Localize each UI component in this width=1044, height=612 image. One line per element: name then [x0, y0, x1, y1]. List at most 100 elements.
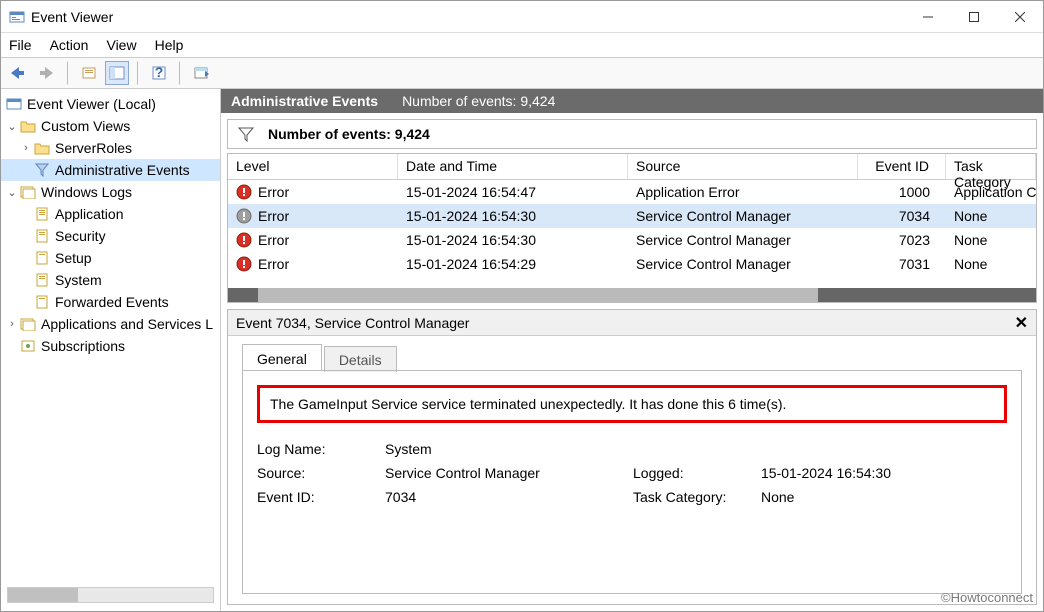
label-logname: Log Name:: [257, 441, 377, 457]
maximize-button[interactable]: [951, 1, 997, 33]
tree-admin-events[interactable]: Administrative Events: [1, 159, 220, 181]
menubar: File Action View Help: [1, 33, 1043, 57]
event-list: Level Date and Time Source Event ID Task…: [227, 153, 1037, 303]
chevron-down-icon[interactable]: ⌄: [5, 120, 19, 133]
value-logname: System: [385, 441, 625, 457]
back-button[interactable]: [7, 61, 31, 85]
chevron-down-icon[interactable]: ⌄: [5, 186, 19, 199]
error-icon: [236, 208, 252, 224]
tree-setup[interactable]: Setup: [1, 247, 220, 269]
event-row[interactable]: Error 15-01-2024 16:54:47 Application Er…: [228, 180, 1036, 204]
list-hscroll-thumb[interactable]: [258, 288, 818, 302]
tree-system[interactable]: System: [1, 269, 220, 291]
tree-setup-label: Setup: [55, 250, 92, 266]
log-icon: [33, 206, 51, 222]
tree-server-roles[interactable]: › ServerRoles: [1, 137, 220, 159]
error-icon: [236, 232, 252, 248]
event-row[interactable]: Error 15-01-2024 16:54:30 Service Contro…: [228, 204, 1036, 228]
toolbar-separator-2: [137, 61, 139, 85]
app-icon: [9, 9, 25, 25]
minimize-button[interactable]: [905, 1, 951, 33]
col-taskcategory[interactable]: Task Category: [946, 154, 1036, 179]
details-close-icon[interactable]: ✕: [1015, 313, 1028, 333]
nav-hscroll-thumb[interactable]: [8, 588, 78, 602]
toolbar-separator-3: [179, 61, 181, 85]
tree-forwarded-label: Forwarded Events: [55, 294, 169, 310]
cell-source: Service Control Manager: [628, 208, 858, 224]
tab-details[interactable]: Details: [324, 346, 397, 372]
value-eventid: 7034: [385, 489, 625, 505]
eventviewer-icon: [5, 96, 23, 112]
col-eventid[interactable]: Event ID: [858, 154, 946, 179]
toolbar-separator: [67, 61, 69, 85]
tree-subscriptions-label: Subscriptions: [41, 338, 125, 354]
chevron-right-icon[interactable]: ›: [5, 318, 19, 330]
cell-eventid: 1000: [858, 184, 946, 200]
cell-eventid: 7031: [858, 256, 946, 272]
tree-windows-logs-label: Windows Logs: [41, 184, 132, 200]
menu-view[interactable]: View: [106, 37, 136, 53]
event-row[interactable]: Error 15-01-2024 16:54:29 Service Contro…: [228, 252, 1036, 276]
chevron-right-icon[interactable]: ›: [19, 142, 33, 154]
cell-source: Service Control Manager: [628, 232, 858, 248]
error-icon: [236, 256, 252, 272]
watermark: ©Howtoconnect: [941, 590, 1033, 605]
value-logged: 15-01-2024 16:54:30: [761, 465, 1007, 481]
tree-custom-views[interactable]: ⌄ Custom Views: [1, 115, 220, 137]
event-message: The GameInput Service service terminated…: [270, 396, 786, 412]
subscriptions-icon: [19, 338, 37, 354]
menu-action[interactable]: Action: [50, 37, 89, 53]
window-title: Event Viewer: [31, 9, 905, 25]
filter-icon: [33, 162, 51, 178]
toolbar: ?: [1, 57, 1043, 89]
caption-count: Number of events: 9,424: [402, 93, 555, 109]
window-controls: [905, 1, 1043, 33]
filter-count: Number of events: 9,424: [268, 126, 430, 142]
label-taskcat: Task Category:: [633, 489, 753, 505]
list-hscrollbar[interactable]: [228, 288, 1036, 302]
cell-level: Error: [258, 184, 289, 200]
col-datetime[interactable]: Date and Time: [398, 154, 628, 179]
details-tabs: General Details: [228, 336, 1036, 370]
filter-icon[interactable]: [238, 126, 254, 142]
col-source[interactable]: Source: [628, 154, 858, 179]
nav-tree[interactable]: Event Viewer (Local) ⌄ Custom Views › Se…: [1, 93, 220, 587]
log-icon: [33, 228, 51, 244]
tree-forwarded[interactable]: Forwarded Events: [1, 291, 220, 313]
caption-bar: Administrative Events Number of events: …: [221, 89, 1043, 113]
tree-security[interactable]: Security: [1, 225, 220, 247]
details-title: Event 7034, Service Control Manager: [236, 315, 469, 331]
event-row[interactable]: Error 15-01-2024 16:54:30 Service Contro…: [228, 228, 1036, 252]
help-button[interactable]: ?: [147, 61, 171, 85]
tree-subscriptions[interactable]: Subscriptions: [1, 335, 220, 357]
log-icon: [33, 250, 51, 266]
tree-server-roles-label: ServerRoles: [55, 140, 132, 156]
menu-help[interactable]: Help: [155, 37, 184, 53]
details-pane: Event 7034, Service Control Manager ✕ Ge…: [227, 309, 1037, 605]
tree-system-label: System: [55, 272, 102, 288]
nav-hscrollbar[interactable]: [7, 587, 214, 603]
tab-general-body: The GameInput Service service terminated…: [242, 370, 1022, 594]
cell-taskcat: None: [946, 232, 1036, 248]
tree-root-label: Event Viewer (Local): [27, 96, 156, 112]
nav-pane: Event Viewer (Local) ⌄ Custom Views › Se…: [1, 89, 221, 611]
properties-button[interactable]: [77, 61, 101, 85]
tree-windows-logs[interactable]: ⌄ Windows Logs: [1, 181, 220, 203]
tree-application-label: Application: [55, 206, 124, 222]
menu-file[interactable]: File: [9, 37, 32, 53]
cell-taskcat: Application C: [946, 184, 1036, 200]
content-pane: Administrative Events Number of events: …: [221, 89, 1043, 611]
col-level[interactable]: Level: [228, 154, 398, 179]
tree-application[interactable]: Application: [1, 203, 220, 225]
value-source: Service Control Manager: [385, 465, 625, 481]
event-rows: Error 15-01-2024 16:54:47 Application Er…: [228, 180, 1036, 288]
export-button[interactable]: [189, 61, 213, 85]
close-button[interactable]: [997, 1, 1043, 33]
tree-root[interactable]: Event Viewer (Local): [1, 93, 220, 115]
forward-button[interactable]: [35, 61, 59, 85]
tab-general[interactable]: General: [242, 344, 322, 371]
preview-button[interactable]: [105, 61, 129, 85]
tree-apps-services[interactable]: › Applications and Services L: [1, 313, 220, 335]
main-split: Event Viewer (Local) ⌄ Custom Views › Se…: [1, 89, 1043, 611]
cell-level: Error: [258, 256, 289, 272]
